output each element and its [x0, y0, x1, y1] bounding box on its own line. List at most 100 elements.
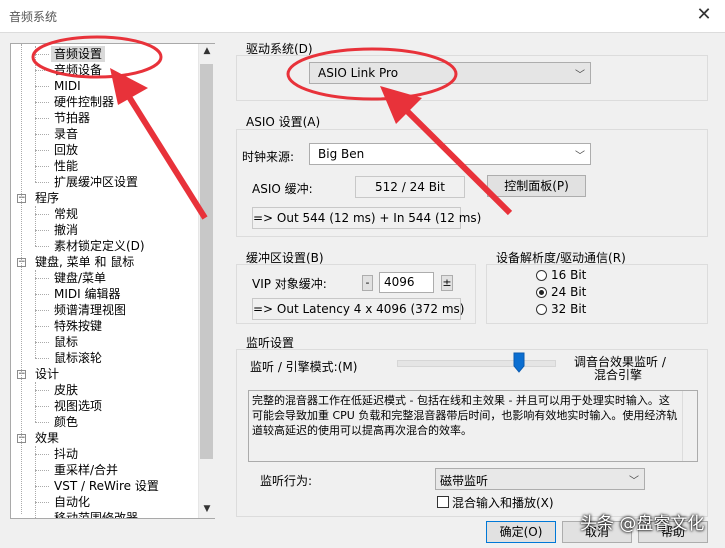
tree-connector: [35, 342, 49, 343]
tree-category[interactable]: 程序: [35, 190, 59, 206]
tree-item[interactable]: 节拍器: [54, 110, 90, 126]
tree-category[interactable]: 效果: [35, 430, 59, 446]
monitor-behavior-select[interactable]: 磁带监听 ﹀: [435, 468, 645, 490]
tree-item[interactable]: 鼠标: [54, 334, 78, 350]
tree-item[interactable]: 颜色: [54, 414, 78, 430]
tree-connector: [35, 134, 49, 135]
tree-item[interactable]: 抖动: [54, 446, 78, 462]
tree-category[interactable]: 键盘, 菜单 和 鼠标: [35, 254, 134, 270]
tree-connector: [35, 358, 49, 359]
tree-connector: [35, 54, 49, 55]
tree-connector: [35, 182, 49, 183]
description-scrollbar[interactable]: [682, 391, 698, 461]
buffer-increase-button[interactable]: ±: [441, 275, 453, 291]
scroll-down-icon[interactable]: ▼: [199, 504, 215, 514]
tree-connector: [35, 246, 49, 247]
tree-item[interactable]: MIDI: [54, 78, 81, 94]
tree-connector: [35, 310, 49, 311]
tree-item[interactable]: 音频设备: [54, 62, 102, 78]
tree-connector: [35, 86, 49, 87]
tree-connector: [35, 206, 36, 246]
tree-connector: [35, 406, 49, 407]
resolution-radio[interactable]: [536, 270, 547, 281]
resolution-radio[interactable]: [536, 304, 547, 315]
driver-select[interactable]: ASIO Link Pro ﹀: [309, 62, 591, 84]
tree-category[interactable]: 设计: [35, 366, 59, 382]
control-panel-button[interactable]: 控制面板(P): [487, 175, 586, 197]
settings-tree[interactable]: 音频设置 音频设备 MIDI 硬件控制器 节拍器 录音 回放 性能 扩展缓冲区设置 − 程序 常规 撤消…: [10, 43, 215, 519]
tree-item[interactable]: 素材锁定定义(D): [54, 238, 145, 254]
tree-item[interactable]: 频谱清理视图: [54, 302, 126, 318]
tree-item[interactable]: 常规: [54, 206, 78, 222]
tree-connector: [35, 390, 49, 391]
tree-connector: [35, 70, 49, 71]
tree-item[interactable]: 硬件控制器: [54, 94, 114, 110]
tree-connector: [35, 102, 49, 103]
tree-connector: [35, 294, 49, 295]
monitor-mode-slider[interactable]: [513, 352, 525, 374]
tree-connector: [35, 230, 49, 231]
mix-input-checkbox[interactable]: [437, 496, 449, 508]
monitor-mode-slider-track[interactable]: [397, 360, 556, 367]
tree-connector: [35, 270, 36, 358]
tree-connector: [35, 118, 49, 119]
tree-item[interactable]: VST / ReWire 设置: [54, 478, 159, 494]
tree-connector: [35, 326, 49, 327]
clock-label: 时钟来源:: [242, 150, 295, 164]
tree-item[interactable]: 撤消: [54, 222, 78, 238]
monitor-description-text: 完整的混音器工作在低延迟模式 - 包括在线和主效果 - 并且可以用于处理实时输入…: [252, 394, 678, 437]
tree-item[interactable]: 皮肤: [54, 382, 78, 398]
tree-connector: [35, 446, 36, 518]
watermark: 头条 @盘睿文化: [580, 514, 705, 534]
tree-item[interactable]: 视图选项: [54, 398, 102, 414]
tree-item[interactable]: 移动范围修改器: [54, 510, 138, 518]
tree-connector: [35, 214, 49, 215]
window-title: 音频系统: [9, 10, 58, 24]
buffer-latency: => Out Latency 4 x 4096 (372 ms): [252, 298, 464, 320]
tree-connector: [35, 518, 49, 519]
monitor-behavior-label: 监听行为:: [260, 474, 313, 488]
buffer-decrease-button[interactable]: -: [362, 275, 373, 291]
scroll-up-icon[interactable]: ▲: [199, 46, 215, 56]
tree-item[interactable]: 录音: [54, 126, 78, 142]
tree-item[interactable]: 鼠标滚轮: [54, 350, 102, 366]
tree-item[interactable]: 性能: [54, 158, 78, 174]
tree-connector: [35, 278, 49, 279]
asio-group-label: ASIO 设置(A): [246, 115, 321, 129]
close-icon[interactable]: ✕: [690, 4, 718, 28]
asio-buffer-label: ASIO 缓冲:: [252, 182, 313, 196]
tree-connector: [35, 46, 36, 182]
monitor-behavior-value: 磁带监听: [440, 474, 489, 488]
title-bar: 音频系统 ✕: [0, 0, 725, 33]
tree-connector: [35, 454, 49, 455]
mix-input-label: 混合输入和播放(X): [452, 496, 554, 510]
chevron-down-icon: ﹀: [575, 151, 585, 162]
tree-item[interactable]: 键盘/菜单: [54, 270, 106, 286]
chevron-down-icon: ﹀: [575, 70, 585, 81]
resolution-radio[interactable]: [536, 287, 547, 298]
driver-value: ASIO Link Pro: [318, 66, 399, 80]
tree-connector: [21, 44, 22, 514]
tree-item[interactable]: 回放: [54, 142, 78, 158]
asio-buffer-value: 512 / 24 Bit: [355, 176, 465, 198]
vip-buffer-value: 4096: [384, 275, 415, 289]
monitor-right-label-2: 混合引擎: [594, 368, 643, 382]
monitor-mode-label: 监听 / 引擎模式:(M): [250, 360, 358, 374]
resolution-radio-label: 24 Bit: [551, 285, 587, 299]
scroll-thumb[interactable]: [200, 64, 213, 459]
asio-latency: => Out 544 (12 ms) + In 544 (12 ms): [252, 207, 481, 229]
tree-item[interactable]: 特殊按键: [54, 318, 102, 334]
tree-item[interactable]: MIDI 编辑器: [54, 286, 121, 302]
tree-item[interactable]: 重采样/合并: [54, 462, 118, 478]
vip-buffer-input[interactable]: 4096: [379, 272, 434, 293]
tree-connector: [35, 166, 49, 167]
tree-item[interactable]: 扩展缓冲区设置: [54, 174, 138, 190]
tree-item[interactable]: 音频设置: [51, 46, 106, 62]
tree-connector: [35, 382, 36, 422]
monitor-description: 完整的混音器工作在低延迟模式 - 包括在线和主效果 - 并且可以用于处理实时输入…: [248, 390, 698, 462]
resolution-group: [486, 264, 708, 324]
vip-buffer-label: VIP 对象缓冲:: [252, 277, 327, 291]
tree-item[interactable]: 自动化: [54, 494, 90, 510]
ok-button[interactable]: 确定(O): [486, 521, 556, 543]
clock-select[interactable]: Big Ben ﹀: [309, 143, 591, 165]
